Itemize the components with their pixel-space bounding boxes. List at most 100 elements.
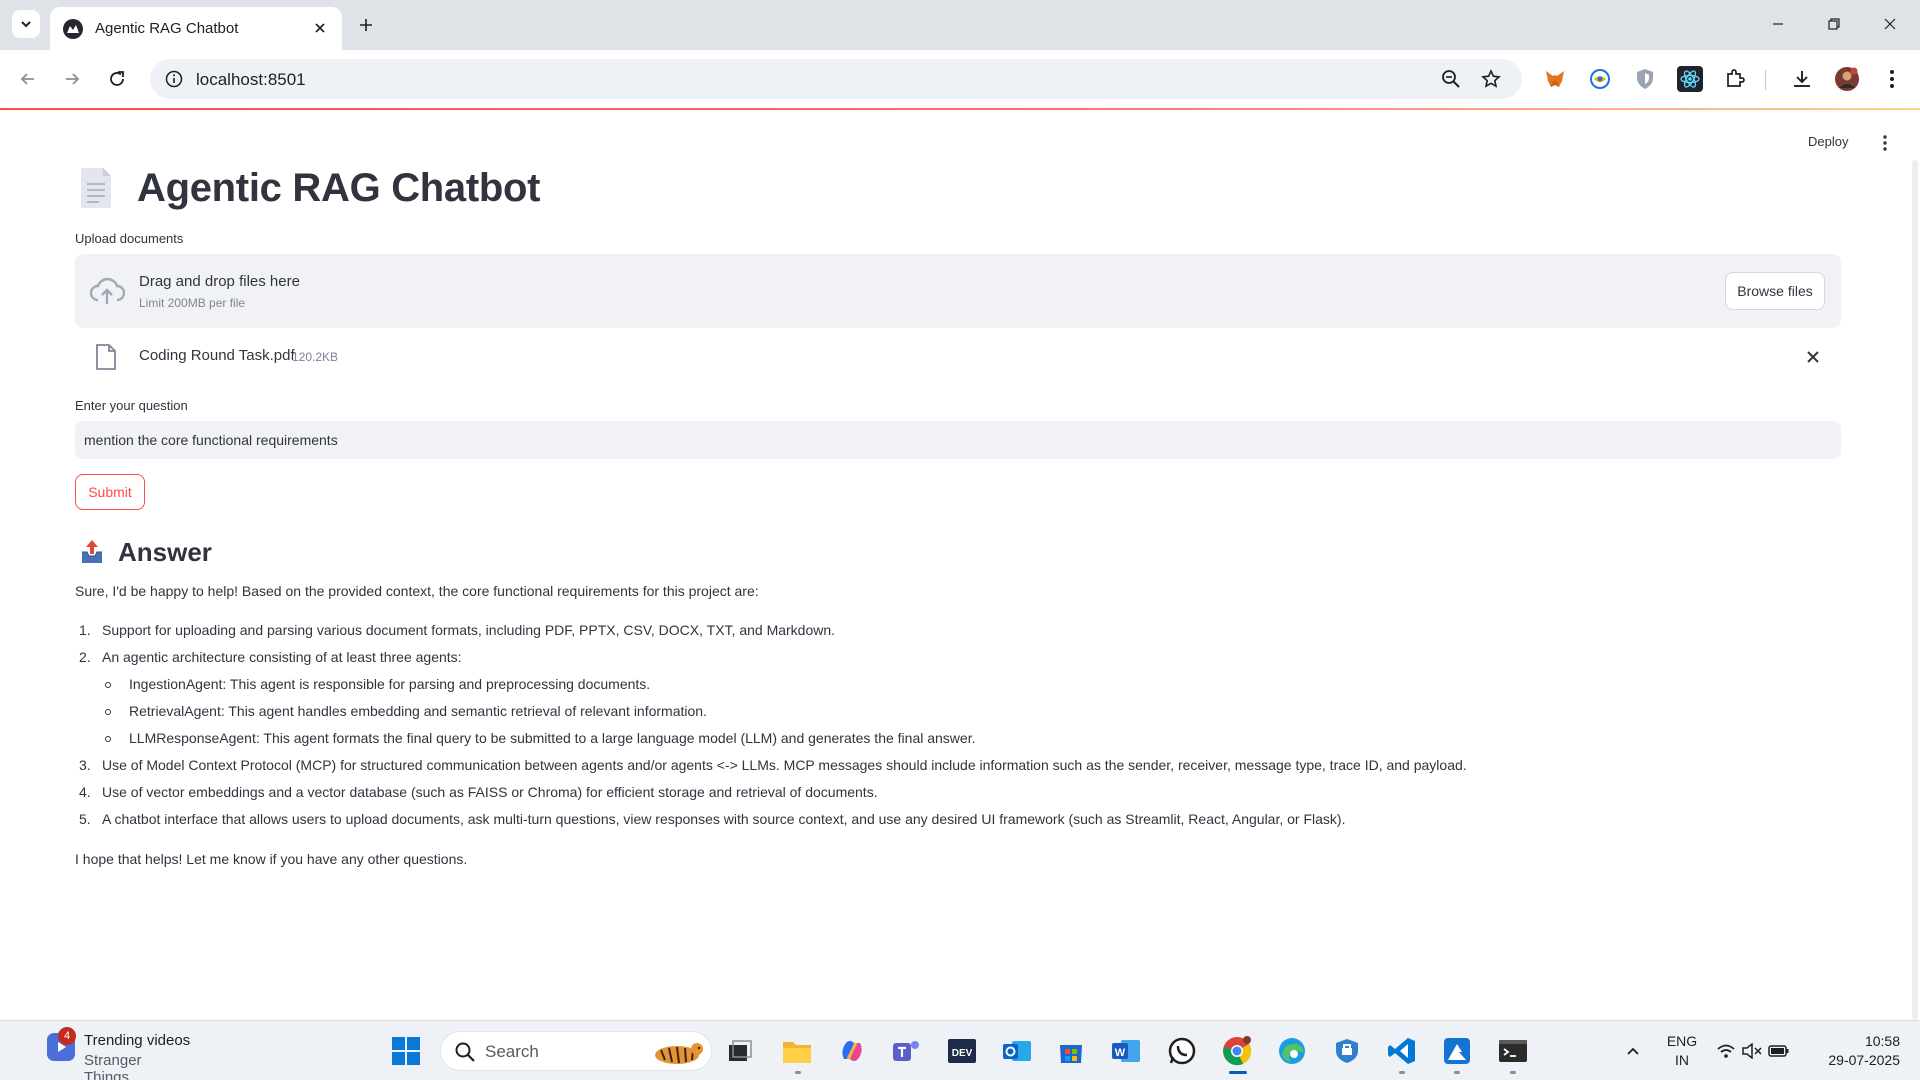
word-icon[interactable]: W: [1110, 1035, 1142, 1067]
bookmark-star-icon[interactable]: [1480, 68, 1502, 90]
microsoft-store-icon[interactable]: [1055, 1035, 1087, 1067]
submit-button[interactable]: Submit: [75, 474, 145, 510]
svg-text:DEV: DEV: [952, 1048, 973, 1059]
windows-logo-icon: [392, 1037, 420, 1065]
site-info-icon[interactable]: [164, 69, 184, 89]
reload-button[interactable]: [103, 65, 131, 93]
list-number: 1.: [79, 622, 91, 638]
search-icon: [455, 1042, 475, 1062]
profile-avatar-icon[interactable]: [1833, 65, 1861, 93]
wifi-icon: [1717, 1044, 1735, 1058]
tab-title: Agentic RAG Chatbot: [95, 20, 239, 37]
sub-item-text: LLMResponseAgent: This agent formats the…: [129, 730, 976, 746]
react-devtools-icon[interactable]: [1676, 65, 1704, 93]
browser-tab[interactable]: Agentic RAG Chatbot: [50, 7, 342, 50]
remove-file-button[interactable]: [1803, 347, 1823, 367]
fortinet-vpn-icon[interactable]: [1331, 1035, 1363, 1067]
back-button[interactable]: [14, 65, 42, 93]
svg-text:W: W: [1115, 1047, 1126, 1059]
restore-button[interactable]: [1806, 0, 1862, 48]
circle-bullet: [105, 682, 111, 688]
teams-icon[interactable]: [890, 1035, 922, 1067]
taskbar-search[interactable]: Search: [440, 1031, 712, 1071]
terminal-icon[interactable]: [1497, 1035, 1529, 1067]
language-code: ENG: [1666, 1033, 1698, 1049]
address-url[interactable]: localhost:8501: [196, 70, 306, 90]
sub-item-text: RetrievalAgent: This agent handles embed…: [129, 703, 707, 719]
list-number: 5.: [79, 811, 91, 827]
list-item-text: Use of Model Context Protocol (MCP) for …: [102, 757, 1467, 773]
extension-globe-icon[interactable]: [1586, 65, 1614, 93]
uploaded-file-name: Coding Round Task.pdf: [139, 347, 295, 364]
file-dropzone[interactable]: Drag and drop files here Limit 200MB per…: [75, 254, 1841, 328]
task-view-icon[interactable]: [724, 1035, 756, 1067]
cloud-upload-icon: [89, 277, 125, 304]
windows-taskbar: 4 Trending videos Stranger Things... Sea…: [0, 1020, 1920, 1080]
file-explorer-icon[interactable]: [781, 1035, 813, 1067]
upload-label: Upload documents: [75, 231, 184, 246]
zoom-icon[interactable]: [1440, 68, 1462, 90]
uploaded-file-size: 120.2KB: [292, 350, 339, 364]
deploy-button[interactable]: Deploy: [1808, 134, 1848, 149]
forward-button[interactable]: [58, 65, 86, 93]
clock-time: 10:58: [1864, 1033, 1900, 1049]
address-bar[interactable]: localhost:8501: [150, 59, 1522, 99]
file-icon: [96, 344, 116, 370]
region-code: IN: [1675, 1052, 1689, 1068]
azure-app-icon[interactable]: [1441, 1035, 1473, 1067]
app-menu-button[interactable]: [1875, 133, 1895, 153]
clock[interactable]: 10:58 29-07-2025: [1810, 1031, 1900, 1071]
answer-heading: Answer: [118, 536, 212, 567]
streamlit-favicon-icon: [63, 18, 83, 39]
downloads-icon[interactable]: [1788, 65, 1816, 93]
search-placeholder: Search: [485, 1042, 539, 1061]
volume-muted-icon: [1742, 1043, 1762, 1059]
uploaded-file-row: Coding Round Task.pdf 120.2KB: [75, 338, 1841, 376]
metamask-extension-icon[interactable]: [1541, 65, 1569, 93]
widgets-button[interactable]: 4 Trending videos Stranger Things...: [20, 1021, 200, 1080]
list-item-text: Use of vector embeddings and a vector da…: [102, 784, 878, 800]
copilot-icon[interactable]: [836, 1035, 868, 1067]
arrow-right-icon: [66, 73, 80, 85]
widget-title: Trending videos: [84, 1032, 191, 1049]
shield-extension-icon[interactable]: [1631, 65, 1659, 93]
start-button[interactable]: [390, 1035, 422, 1067]
close-window-button[interactable]: [1862, 0, 1918, 48]
language-indicator[interactable]: ENG IN: [1662, 1031, 1702, 1071]
kebab-menu-icon: [1883, 135, 1887, 151]
document-icon: [81, 168, 111, 208]
show-hidden-icons-button[interactable]: [1617, 1035, 1649, 1067]
page-title-row: Agentic RAG Chatbot: [75, 158, 540, 218]
page-title: Agentic RAG Chatbot: [137, 165, 541, 210]
list-item-text: A chatbot interface that allows users to…: [102, 811, 1346, 827]
reload-icon: [110, 71, 124, 86]
widget-subtitle: Stranger Things...: [84, 1052, 142, 1080]
close-icon: [1884, 18, 1896, 30]
extensions-puzzle-icon[interactable]: [1721, 65, 1749, 93]
tab-search-button[interactable]: [12, 10, 40, 38]
answer-intro: Sure, I'd be happy to help! Based on the…: [75, 583, 759, 599]
question-input[interactable]: [75, 421, 1841, 459]
sub-item-text: IngestionAgent: This agent is responsibl…: [129, 676, 651, 692]
minimize-button[interactable]: [1750, 0, 1806, 48]
restore-icon: [1828, 18, 1840, 30]
quick-settings-button[interactable]: [1712, 1035, 1790, 1067]
outlook-icon[interactable]: [1001, 1035, 1033, 1067]
arrow-left-icon: [20, 73, 34, 85]
devhome-icon[interactable]: DEV: [946, 1035, 978, 1067]
browser-menu-icon[interactable]: [1878, 65, 1906, 93]
toolbar-divider: [1765, 70, 1766, 90]
new-tab-button[interactable]: [352, 11, 380, 39]
question-label: Enter your question: [75, 398, 188, 413]
running-indicator: [1399, 1071, 1405, 1074]
running-indicator: [795, 1071, 801, 1074]
chrome-icon[interactable]: [1221, 1035, 1253, 1067]
tab-close-icon[interactable]: [310, 18, 330, 38]
running-indicator: [1454, 1071, 1460, 1074]
whatsapp-icon[interactable]: [1166, 1035, 1198, 1067]
answer-outro: I hope that helps! Let me know if you ha…: [75, 851, 468, 867]
edge-icon[interactable]: [1276, 1035, 1308, 1067]
vscode-icon[interactable]: [1386, 1035, 1418, 1067]
scrollbar[interactable]: [1912, 160, 1918, 1020]
browse-files-button[interactable]: Browse files: [1725, 272, 1825, 310]
